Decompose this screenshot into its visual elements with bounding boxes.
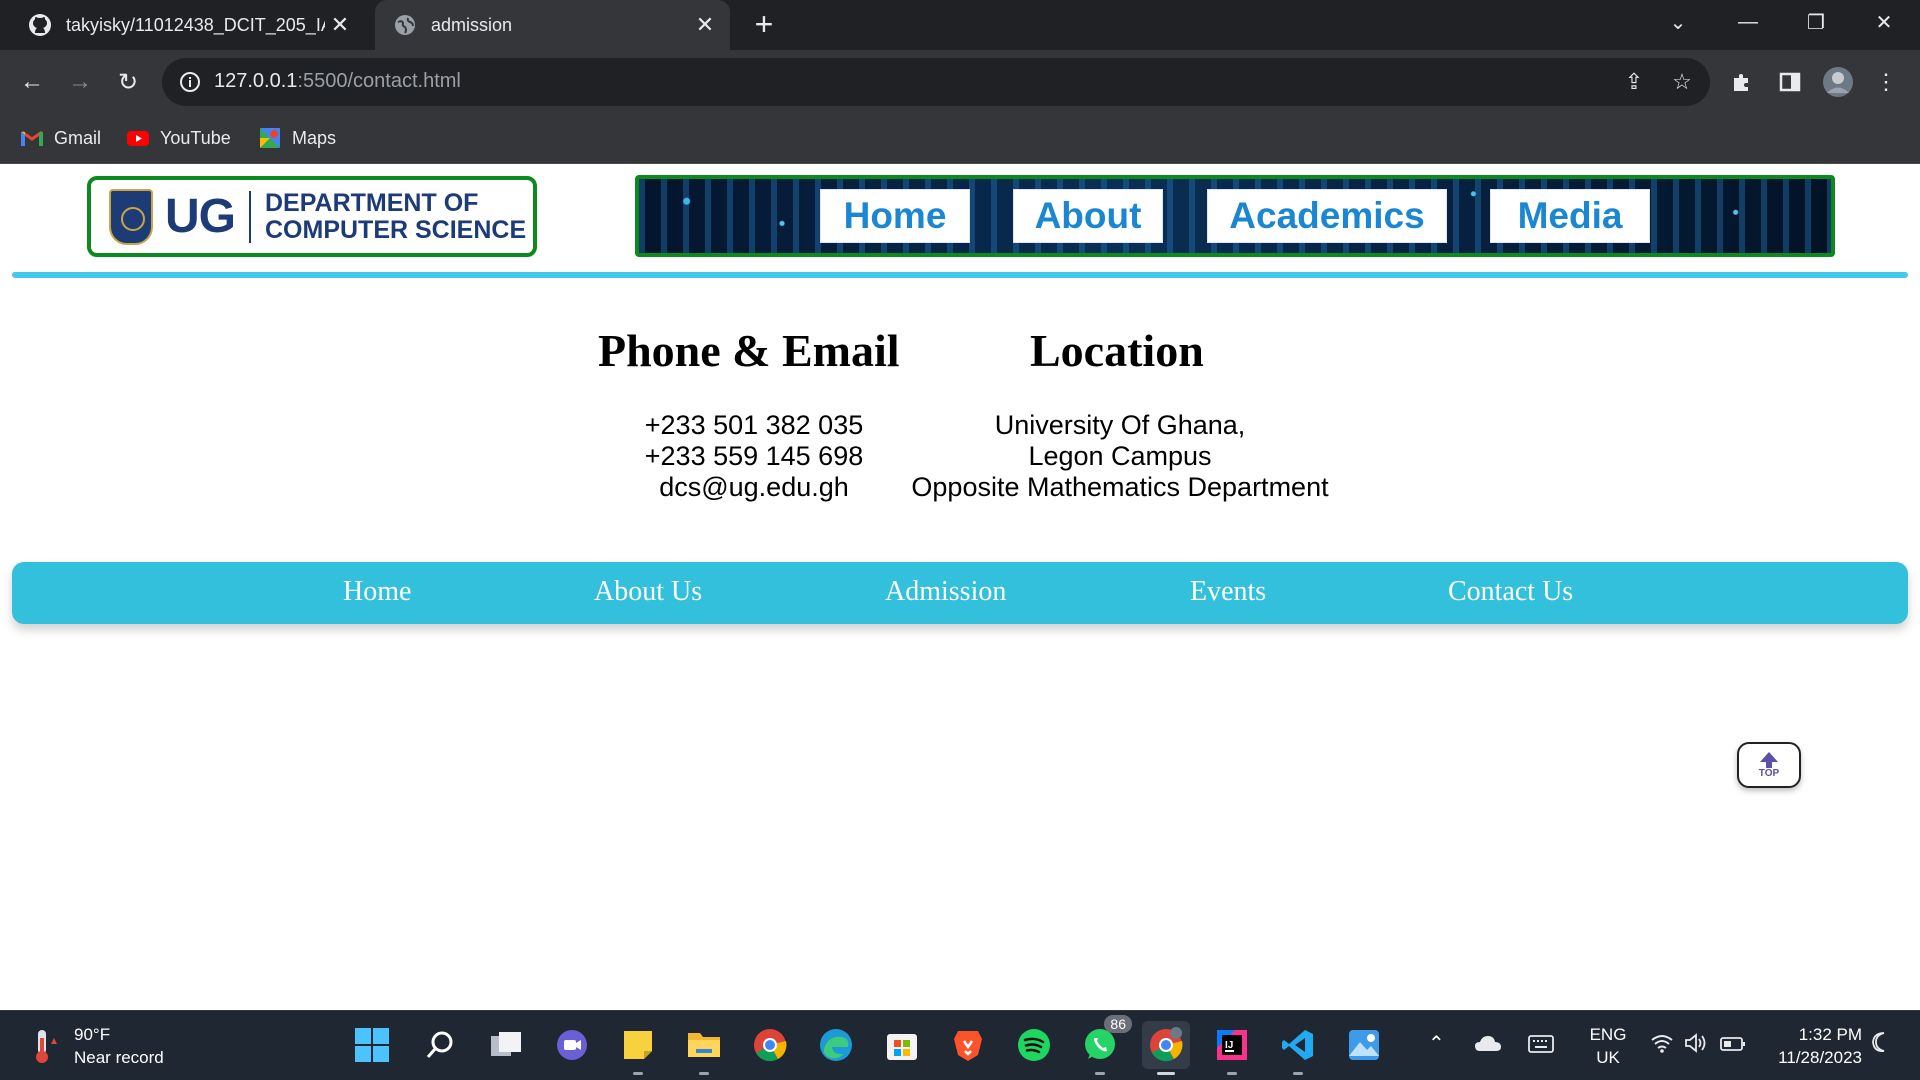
nav-home-button[interactable]: Home <box>820 189 970 243</box>
wifi-icon[interactable] <box>1650 1033 1674 1059</box>
logo-department-name: DEPARTMENT OF COMPUTER SCIENCE <box>265 188 527 244</box>
new-tab-icon[interactable]: + <box>748 8 780 41</box>
back-icon[interactable]: ← <box>14 64 50 100</box>
web-page: UG DEPARTMENT OF COMPUTER SCIENCE Home A… <box>0 164 1920 1010</box>
header-divider <box>12 272 1908 278</box>
logo-ug-text: UG <box>165 190 236 243</box>
start-button[interactable] <box>348 1021 396 1069</box>
vscode-icon[interactable] <box>1274 1021 1322 1075</box>
teams-chat-icon[interactable] <box>548 1021 596 1069</box>
weather-temperature: 90°F <box>74 1025 111 1044</box>
location-line-3: Opposite Mathematics Department <box>911 472 1329 502</box>
search-icon[interactable] <box>416 1021 464 1069</box>
spotify-icon[interactable] <box>1010 1021 1058 1069</box>
chrome-icon[interactable] <box>746 1021 794 1069</box>
tab-github[interactable]: takyisky/11012438_DCIT_205_IA ✕ <box>10 0 365 50</box>
svg-text:IJ: IJ <box>1225 1040 1233 1051</box>
phone-number-1: +233 501 382 035 <box>644 410 864 440</box>
photos-icon[interactable] <box>1340 1021 1388 1069</box>
address-bar[interactable]: 127.0.0.1:5500/contact.html ⇪ ☆ <box>162 58 1710 106</box>
close-tab-icon[interactable]: ✕ <box>690 10 720 40</box>
bookmark-maps[interactable]: Maps <box>258 126 336 150</box>
tab-admission[interactable]: admission ✕ <box>375 0 730 50</box>
task-view-icon[interactable] <box>482 1021 530 1069</box>
bookmark-gmail[interactable]: Gmail <box>20 126 101 150</box>
footer-link-home[interactable]: Home <box>343 576 411 608</box>
bookmark-label: Maps <box>292 127 337 148</box>
microsoft-store-icon[interactable] <box>878 1021 926 1069</box>
header-nav-banner: Home About Academics Media <box>635 175 1835 257</box>
file-explorer-icon[interactable] <box>680 1021 728 1075</box>
gmail-icon <box>20 126 44 150</box>
bookmark-label: YouTube <box>160 127 231 148</box>
back-to-top-button[interactable]: TOP <box>1737 742 1801 788</box>
profile-avatar[interactable] <box>1820 64 1856 100</box>
extensions-icon[interactable] <box>1724 64 1760 100</box>
footer-link-admission[interactable]: Admission <box>885 576 1006 608</box>
windows-taskbar: 90°F Near record 86 IJ ⌃ ENG UK 1:32 PM … <box>0 1010 1920 1080</box>
phone-email-heading: Phone & Email <box>598 325 900 376</box>
onedrive-icon[interactable] <box>1474 1033 1502 1059</box>
show-hidden-icons-chevron-icon[interactable]: ⌃ <box>1428 1031 1445 1056</box>
url-text: 127.0.0.1:5500/contact.html <box>214 70 461 92</box>
nav-academics-button[interactable]: Academics <box>1207 189 1447 243</box>
footer-nav: Home About Us Admission Events Contact U… <box>12 562 1908 624</box>
browser-tab-strip: takyisky/11012438_DCIT_205_IA ✕ admissio… <box>0 0 1920 50</box>
ug-crest-icon <box>109 188 153 245</box>
forward-icon[interactable]: → <box>62 64 98 100</box>
intellij-icon[interactable]: IJ <box>1208 1021 1256 1075</box>
browser-menu-icon[interactable]: ⋮ <box>1868 64 1904 100</box>
weather-widget[interactable]: 90°F Near record <box>30 1023 164 1069</box>
volume-icon[interactable] <box>1684 1033 1708 1059</box>
whatsapp-unread-badge: 86 <box>1104 1015 1132 1033</box>
do-not-disturb-moon-icon[interactable] <box>1870 1031 1892 1059</box>
whatsapp-icon[interactable]: 86 <box>1076 1015 1132 1075</box>
keyboard-icon[interactable] <box>1528 1035 1554 1059</box>
maps-icon <box>258 126 282 150</box>
department-logo[interactable]: UG DEPARTMENT OF COMPUTER SCIENCE <box>87 176 537 257</box>
globe-icon <box>393 13 417 37</box>
browser-toolbar: ← → ↻ 127.0.0.1:5500/contact.html ⇪ ☆ ⋮ <box>0 50 1920 114</box>
thermometer-icon <box>30 1026 58 1066</box>
edge-icon[interactable] <box>812 1021 860 1069</box>
chrome-active-window-icon[interactable] <box>1142 1021 1190 1075</box>
email-address[interactable]: dcs@ug.edu.gh <box>604 472 904 503</box>
location-line-2: Legon Campus <box>1028 441 1212 471</box>
footer-link-events[interactable]: Events <box>1190 576 1266 608</box>
bookmark-youtube[interactable]: YouTube <box>126 126 231 150</box>
up-arrow-icon <box>1760 751 1778 762</box>
reload-icon[interactable]: ↻ <box>110 64 146 100</box>
side-panel-icon[interactable] <box>1772 64 1808 100</box>
close-tab-icon[interactable]: ✕ <box>325 10 355 40</box>
sticky-notes-icon[interactable] <box>614 1021 662 1075</box>
phone-number-2: +233 559 145 698 <box>644 441 864 471</box>
bookmark-star-icon[interactable]: ☆ <box>1668 68 1696 96</box>
youtube-icon <box>126 126 150 150</box>
nav-about-button[interactable]: About <box>1013 189 1163 243</box>
clock[interactable]: 1:32 PM 11/28/2023 <box>1762 1023 1862 1069</box>
close-window-icon[interactable]: ✕ <box>1854 0 1914 44</box>
tab-title: takyisky/11012438_DCIT_205_IA <box>66 14 325 35</box>
site-info-icon[interactable] <box>178 70 202 94</box>
battery-icon[interactable] <box>1720 1035 1746 1058</box>
location-line-1: University Of Ghana, <box>994 410 1246 440</box>
input-language-indicator[interactable]: ENG UK <box>1584 1023 1632 1069</box>
top-label: TOP <box>1758 767 1780 779</box>
footer-link-contact-us[interactable]: Contact Us <box>1448 576 1573 608</box>
restore-icon[interactable]: ❐ <box>1786 0 1846 44</box>
github-icon <box>28 13 52 37</box>
brave-icon[interactable] <box>944 1021 992 1069</box>
logo-divider <box>249 190 251 243</box>
tab-search-icon[interactable]: ⌄ <box>1648 0 1708 44</box>
minimize-icon[interactable]: — <box>1718 0 1778 44</box>
location-heading: Location <box>1030 325 1204 376</box>
footer-link-about-us[interactable]: About Us <box>594 576 702 608</box>
share-icon[interactable]: ⇪ <box>1620 68 1648 96</box>
weather-description: Near record <box>74 1048 164 1067</box>
bookmark-label: Gmail <box>54 127 102 148</box>
bookmarks-bar: Gmail YouTube Maps <box>0 114 1920 164</box>
tab-title: admission <box>431 14 513 35</box>
nav-media-button[interactable]: Media <box>1490 189 1650 243</box>
